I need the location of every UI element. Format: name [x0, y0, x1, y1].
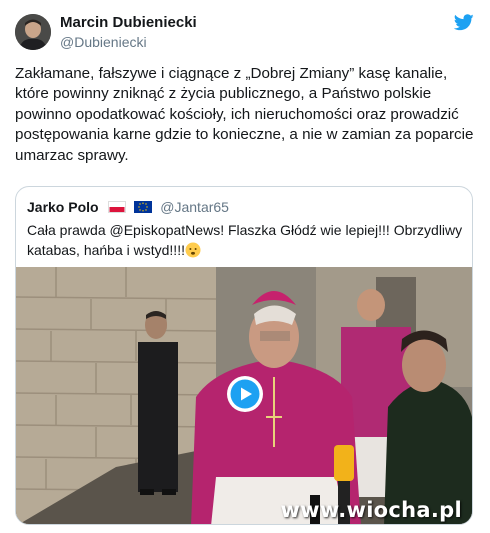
- play-icon[interactable]: [226, 375, 264, 413]
- quoted-tweet-text-content: Cała prawda @EpiskopatNews! Flaszka Głód…: [27, 222, 463, 258]
- quoted-tweet-header: Jarko Polo @Jantar65: [27, 199, 229, 215]
- worried-face-emoji-icon: [185, 242, 201, 257]
- author-handle[interactable]: @Dubieniecki: [60, 34, 147, 50]
- author-name[interactable]: Marcin Dubieniecki: [60, 14, 197, 31]
- tweet-text: Zakłamane, fałszywe i ciągnące z „Dobrej…: [15, 65, 474, 164]
- poland-flag-icon: [108, 201, 127, 213]
- quoted-author-name[interactable]: Jarko Polo: [27, 199, 99, 215]
- tweet-card: Marcin Dubieniecki @Dubieniecki Zakłaman…: [0, 0, 490, 533]
- quoted-tweet[interactable]: Jarko Polo @Jantar65 Cała prawda @Episko…: [15, 186, 473, 525]
- avatar[interactable]: [15, 14, 51, 50]
- eu-flag-icon: [134, 201, 153, 213]
- video-thumbnail[interactable]: www.wiocha.pl: [16, 267, 472, 524]
- watermark: www.wiocha.pl: [280, 498, 462, 522]
- quoted-tweet-text: Cała prawda @EpiskopatNews! Flaszka Głód…: [27, 221, 463, 260]
- quoted-author-handle[interactable]: @Jantar65: [160, 199, 229, 215]
- twitter-bird-icon[interactable]: [454, 14, 474, 31]
